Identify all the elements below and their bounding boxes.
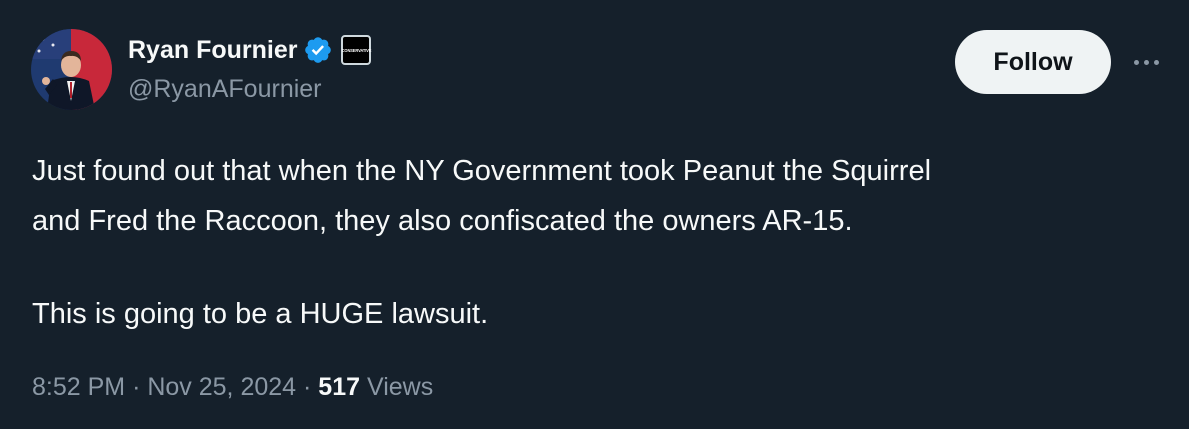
author-display-name[interactable]: Ryan Fournier	[128, 36, 297, 65]
meta-separator: ·	[303, 373, 312, 401]
author-name-row: Ryan Fournier CONSERVATIVE	[128, 34, 372, 66]
author-handle[interactable]: @RyanAFournier	[128, 75, 322, 104]
affiliation-badge-text: CONSERVATIVE	[341, 47, 372, 53]
avatar-photo	[31, 29, 112, 110]
views-count: 517	[318, 373, 361, 401]
meta-separator: ·	[132, 373, 141, 401]
tweet-text-line: and Fred the Raccoon, they also confisca…	[32, 205, 853, 237]
tweet-card: Ryan Fournier CONSERVATIVE @RyanAFournie…	[0, 0, 1189, 429]
follow-button[interactable]: Follow	[955, 30, 1111, 94]
tweet-text-line: This is going to be a HUGE lawsuit.	[32, 298, 489, 330]
verified-badge-icon[interactable]	[303, 35, 333, 65]
tweet-date[interactable]: Nov 25, 2024	[147, 373, 296, 401]
views-label: Views	[366, 373, 434, 401]
tweet-meta: 8:52 PM · Nov 25, 2024 · 517 Views	[32, 370, 433, 404]
tweet-time[interactable]: 8:52 PM	[32, 373, 125, 401]
more-horizontal-icon[interactable]	[1128, 52, 1164, 72]
tweet-text-line: Just found out that when the NY Governme…	[32, 155, 932, 187]
tweet-text: Just found out that when the NY Governme…	[32, 146, 1152, 339]
affiliation-badge[interactable]: CONSERVATIVE	[341, 35, 372, 65]
avatar[interactable]	[31, 29, 112, 110]
